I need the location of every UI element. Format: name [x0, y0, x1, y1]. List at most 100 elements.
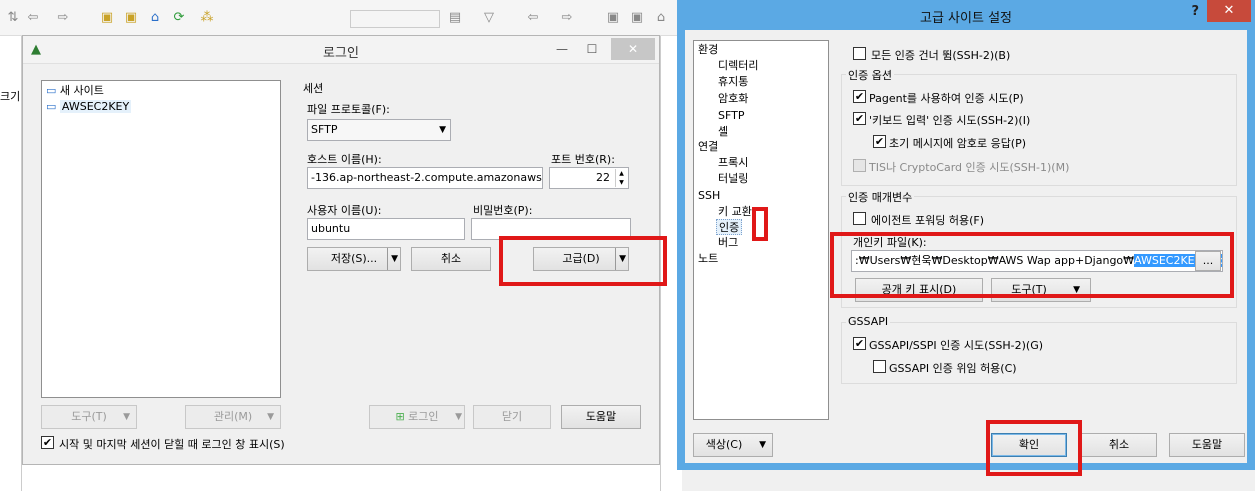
background-file-panel: 크기 [0, 36, 22, 491]
user-label: 사용자 이름(U): [307, 204, 382, 217]
parent-folder-icon[interactable]: ▣ [98, 10, 116, 26]
bypass-auth-label: 모든 인증 건너 뜀(SSH-2)(B) [871, 49, 1011, 62]
help-button[interactable]: 도움말 [561, 405, 641, 429]
gssapi-delegate-checkbox[interactable] [873, 360, 886, 373]
chevron-down-icon: ▼ [759, 440, 766, 450]
gssapi-title: GSSAPI [846, 315, 891, 328]
pageant-checkbox[interactable]: ✔ [853, 90, 866, 103]
tree-item-recycle-bin[interactable]: 휴지통 [718, 74, 748, 90]
port-label: 포트 번호(R): [551, 153, 615, 166]
find-files-icon[interactable]: ⁂ [198, 10, 216, 26]
highlight-private-key-box [830, 232, 1234, 298]
tree-item-tunnel[interactable]: 터널링 [718, 171, 748, 187]
tis-checkbox[interactable] [853, 159, 866, 172]
root-folder-icon[interactable]: ▣ [122, 10, 140, 26]
chevron-down-icon: ▼ [267, 412, 274, 422]
respond-password-label: 초기 메시지에 암호로 응답(P) [889, 137, 1027, 150]
keyboard-interactive-label: '키보드 입력' 인증 시도(SSH-2)(I) [869, 114, 1031, 127]
tree-item-environment[interactable]: 환경 [698, 42, 718, 58]
tree-item-notes[interactable]: 노트 [698, 251, 718, 267]
filter-icon[interactable]: ▤ [446, 10, 464, 26]
home-remote-icon[interactable]: ⌂ [652, 10, 670, 26]
agent-forwarding-checkbox[interactable] [853, 212, 866, 225]
login-titlebar[interactable]: ▲ 로그인 — ☐ ✕ [23, 36, 659, 64]
gssapi-try-checkbox[interactable]: ✔ [853, 337, 866, 350]
chevron-down-icon: ▼ [455, 412, 462, 422]
site-item-awsec2key[interactable]: ▭ AWSEC2KEY [46, 99, 132, 115]
tree-item-bugs[interactable]: 버그 [718, 235, 738, 251]
respond-password-checkbox[interactable]: ✔ [873, 135, 886, 148]
chevron-down-icon: ▼ [439, 125, 446, 135]
login-icon: ⊞ [395, 410, 405, 423]
background-toolbar: ⇅ ⇦ ⇨ ▣ ▣ ⌂ ⟳ ⁂ ▤ ▽ ⇦ ⇨ ▣ ▣ ⌂ [0, 0, 680, 36]
port-input[interactable]: 22 ▲ ▼ [549, 167, 629, 189]
tis-label: TIS나 CryptoCard 인증 시도(SSH-1)(M) [869, 161, 1070, 174]
tree-item-connection[interactable]: 연결 [698, 139, 718, 155]
tree-item-sftp[interactable]: SFTP [718, 108, 744, 124]
site-item-new[interactable]: ▭ 새 사이트 [46, 83, 104, 99]
gssapi-delegate-label: GSSAPI 인증 위임 허용(C) [889, 362, 1017, 375]
pageant-label: Pagent를 사용하여 인증 시도(P) [869, 92, 1024, 105]
tree-item-key-exchange[interactable]: 키 교환 [718, 204, 752, 220]
tree-item-encryption[interactable]: 암호화 [718, 91, 748, 107]
root-remote-icon[interactable]: ▣ [628, 10, 646, 26]
login-button[interactable]: ⊞ 로그인 ▼ [369, 405, 465, 429]
back-remote-icon[interactable]: ⇦ [524, 10, 542, 26]
keyboard-interactive-checkbox[interactable]: ✔ [853, 112, 866, 125]
port-stepper[interactable]: ▲ ▼ [615, 169, 627, 187]
forward-remote-icon[interactable]: ⇨ [558, 10, 576, 26]
help-icon[interactable]: ? [1191, 4, 1199, 19]
minimize-button[interactable]: — [549, 38, 575, 60]
computer-icon: ▭ [46, 100, 57, 113]
highlight-advanced-box [499, 236, 667, 286]
chevron-down-icon: ▼ [123, 412, 130, 422]
path-dropdown[interactable] [350, 10, 440, 28]
auth-params-title: 인증 매개변수 [846, 189, 915, 205]
login-close-button[interactable]: ✕ [611, 38, 655, 60]
save-button[interactable]: 저장(S)... ▼ [307, 247, 401, 271]
highlight-ok-box [986, 420, 1082, 476]
protocol-select[interactable]: SFTP ▼ [307, 119, 451, 141]
host-input[interactable]: -136.ap-northeast-2.compute.amazonaws.co… [307, 167, 543, 189]
home-icon[interactable]: ⌂ [146, 10, 164, 26]
auth-options-title: 인증 옵션 [846, 67, 894, 83]
tree-item-authentication[interactable]: 인증 [716, 219, 743, 235]
close-button[interactable]: 닫기 [473, 405, 551, 429]
password-label: 비밀번호(P): [473, 204, 533, 217]
highlight-auth-tree-box [752, 207, 768, 241]
chevron-down-icon[interactable]: ▼ [387, 248, 398, 270]
forward-icon[interactable]: ⇨ [54, 10, 72, 26]
gssapi-try-label: GSSAPI/SSPI 인증 시도(SSH-2)(G) [869, 339, 1044, 352]
advanced-title: 고급 사이트 설정 [920, 11, 1012, 26]
refresh-icon[interactable]: ⟳ [170, 10, 188, 26]
tree-item-proxy[interactable]: 프록시 [718, 155, 748, 171]
host-label: 호스트 이름(H): [307, 153, 382, 166]
manage-button[interactable]: 관리(M) ▼ [185, 405, 281, 429]
advanced-cancel-button[interactable]: 취소 [1081, 433, 1157, 457]
parent-remote-icon[interactable]: ▣ [604, 10, 622, 26]
new-site-icon: ▭ [46, 84, 57, 97]
color-button[interactable]: 색상(C) ▼ [693, 433, 773, 457]
funnel-icon[interactable]: ▽ [480, 10, 498, 26]
advanced-titlebar[interactable]: 고급 사이트 설정 ? ✕ [677, 0, 1255, 30]
sort-icon[interactable]: ⇅ [4, 10, 22, 26]
tools-button[interactable]: 도구(T) ▼ [41, 405, 137, 429]
maximize-button[interactable]: ☐ [579, 38, 605, 60]
session-label: 세션 [303, 82, 324, 95]
agent-forwarding-label: 에이전트 포워딩 허용(F) [871, 214, 984, 227]
advanced-help-button[interactable]: 도움말 [1169, 433, 1245, 457]
tree-item-shell[interactable]: 셸 [718, 124, 728, 140]
user-input[interactable]: ubuntu [307, 218, 465, 240]
tree-item-directories[interactable]: 디렉터리 [718, 58, 758, 74]
protocol-label: 파일 프로토콜(F): [307, 103, 390, 116]
show-login-checkbox[interactable]: ✔ [41, 436, 54, 449]
tree-item-ssh[interactable]: SSH [698, 188, 720, 204]
size-column-label: 크기 [0, 90, 21, 103]
site-tree[interactable]: ▭ 새 사이트 ▭ AWSEC2KEY [41, 80, 281, 398]
bypass-auth-checkbox[interactable] [853, 47, 866, 60]
advanced-close-button[interactable]: ✕ [1207, 0, 1251, 22]
show-login-label: 시작 및 마지막 세션이 닫힐 때 로그인 창 표시(S) [59, 438, 285, 451]
background-file-panel-bottom [22, 465, 682, 491]
cancel-button[interactable]: 취소 [411, 247, 491, 271]
back-icon[interactable]: ⇦ [24, 10, 42, 26]
